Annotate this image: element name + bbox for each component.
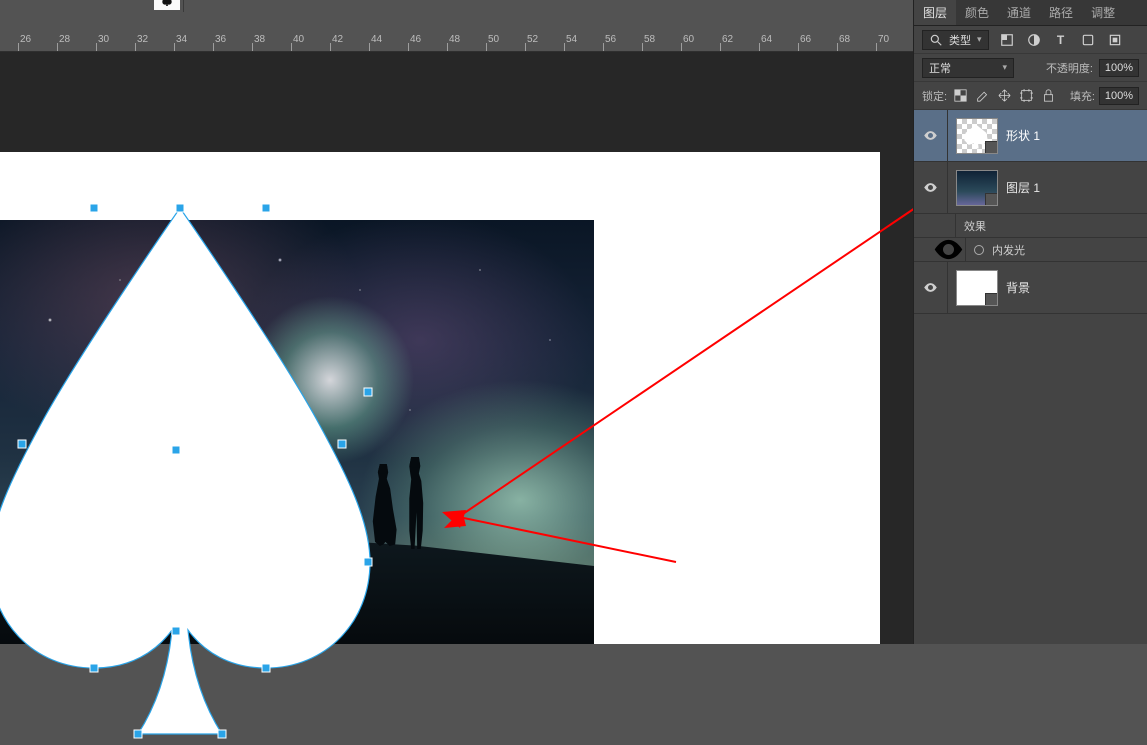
lock-transparent-icon[interactable] bbox=[951, 87, 969, 105]
visibility-toggle[interactable] bbox=[914, 110, 948, 161]
fill-label: 填充: bbox=[1070, 88, 1095, 104]
filter-text-icon[interactable]: T bbox=[1052, 31, 1070, 49]
lock-all-icon[interactable] bbox=[1039, 87, 1057, 105]
blend-mode-value: 正常 bbox=[929, 60, 951, 76]
blend-row: 正常 ▾ 不透明度: 100% bbox=[914, 54, 1147, 82]
layer-row[interactable]: 图层 1 bbox=[914, 162, 1147, 214]
layer-thumbnail[interactable] bbox=[956, 270, 998, 306]
shape-preset-spade[interactable] bbox=[154, 0, 180, 10]
lock-position-icon[interactable] bbox=[995, 87, 1013, 105]
blend-mode-select[interactable]: 正常 ▾ bbox=[922, 58, 1014, 78]
search-icon bbox=[929, 33, 943, 47]
layer-thumbnail[interactable] bbox=[956, 170, 998, 206]
opacity-label: 不透明度: bbox=[1046, 60, 1093, 76]
filter-adjust-icon[interactable] bbox=[1025, 31, 1043, 49]
panel-tab-4[interactable]: 调整 bbox=[1082, 0, 1124, 25]
panel-tab-3[interactable]: 路径 bbox=[1040, 0, 1082, 25]
panel-tabs: 图层颜色通道路径调整 bbox=[914, 0, 1147, 26]
lock-pixels-icon[interactable] bbox=[973, 87, 991, 105]
layer-row[interactable]: 背景 bbox=[914, 262, 1147, 314]
canvas-area[interactable] bbox=[0, 52, 913, 644]
horizontal-ruler: 2628303234363840424446485052545658606264… bbox=[0, 32, 913, 52]
filter-smart-icon[interactable] bbox=[1106, 31, 1124, 49]
lock-label: 锁定: bbox=[922, 88, 947, 104]
lock-artboard-icon[interactable] bbox=[1017, 87, 1035, 105]
layer-name[interactable]: 背景 bbox=[1006, 279, 1030, 296]
layers-panel: 图层颜色通道路径调整 类型 ▾ T 正常 ▾ 不透明度: 100% 锁定: 填充… bbox=[913, 0, 1147, 644]
opacity-input[interactable]: 100% bbox=[1099, 59, 1139, 77]
filter-kind-select[interactable]: 类型 ▾ bbox=[922, 30, 989, 50]
panel-tab-2[interactable]: 通道 bbox=[998, 0, 1040, 25]
fill-input[interactable]: 100% bbox=[1099, 87, 1139, 105]
filter-kind-label: 类型 bbox=[949, 32, 971, 48]
panel-tab-1[interactable]: 颜色 bbox=[956, 0, 998, 25]
divider bbox=[183, 0, 184, 12]
layer-fx-item[interactable]: 内发光 bbox=[914, 238, 1147, 262]
filter-shape-icon[interactable] bbox=[1079, 31, 1097, 49]
chevron-down-icon: ▾ bbox=[1002, 62, 1007, 73]
layer-name[interactable]: 图层 1 bbox=[1006, 179, 1040, 196]
artboard bbox=[0, 152, 880, 644]
layer-row[interactable]: 形状 1 bbox=[914, 110, 1147, 162]
layer-name[interactable]: 形状 1 bbox=[1006, 127, 1040, 144]
lock-row: 锁定: 填充: 100% bbox=[914, 82, 1147, 110]
photo-layer bbox=[0, 220, 594, 644]
visibility-toggle[interactable] bbox=[914, 162, 948, 213]
layers-list: 形状 1图层 1效果内发光背景 bbox=[914, 110, 1147, 644]
visibility-toggle[interactable] bbox=[914, 262, 948, 313]
layer-filter-row: 类型 ▾ T bbox=[914, 26, 1147, 54]
layer-thumbnail[interactable] bbox=[956, 118, 998, 154]
panel-tab-0[interactable]: 图层 bbox=[914, 0, 956, 25]
chevron-down-icon: ▾ bbox=[977, 34, 982, 45]
filter-pixel-icon[interactable] bbox=[998, 31, 1016, 49]
